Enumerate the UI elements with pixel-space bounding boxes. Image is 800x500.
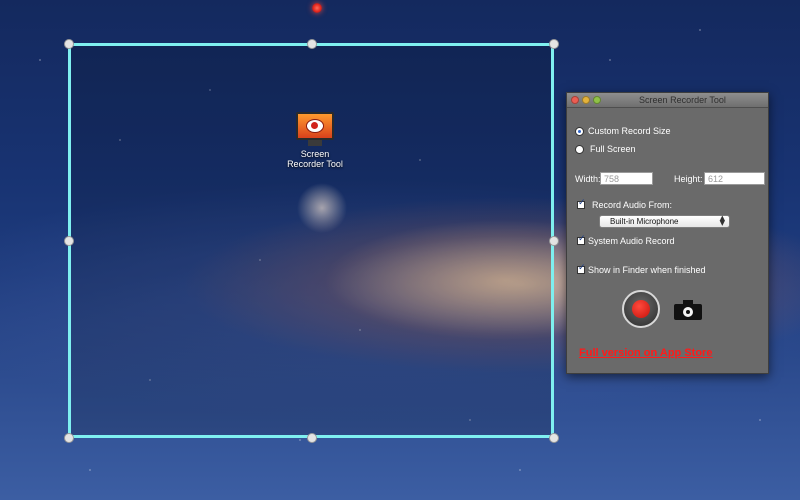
full-screen-radio-row[interactable]: Full Screen [575,144,636,154]
record-audio-checkbox[interactable] [577,198,586,209]
full-screen-radio[interactable] [575,144,584,154]
show-in-finder-row[interactable]: Show in Finder when finished [577,263,706,275]
handle-bottom-right[interactable] [549,433,559,443]
zoom-window-button[interactable] [593,96,601,104]
system-audio-label: System Audio Record [588,236,675,246]
handle-middle-left[interactable] [64,236,74,246]
width-input[interactable] [600,172,653,185]
window-title: Screen Recorder Tool [639,95,726,105]
height-input[interactable] [704,172,765,185]
show-in-finder-checkbox[interactable] [577,263,586,274]
record-audio-label: Record Audio From: [592,200,673,210]
recording-indicator-dot [312,3,322,13]
handle-top-right[interactable] [549,39,559,49]
custom-size-radio[interactable] [575,126,584,136]
window-titlebar[interactable]: Screen Recorder Tool [567,93,768,108]
system-audio-row[interactable]: System Audio Record [577,234,675,246]
system-audio-checkbox[interactable] [577,234,586,245]
handle-bottom-center[interactable] [307,433,317,443]
handle-bottom-left[interactable] [64,433,74,443]
record-dot-icon [632,300,650,318]
full-screen-label: Full Screen [590,144,636,154]
full-version-app-store-link[interactable]: Full version on App Store [579,347,712,359]
desktop-app-icon[interactable]: Screen Recorder Tool [284,112,346,169]
screen-recorder-icon [296,112,334,140]
desktop-icon-label: Screen Recorder Tool [287,149,343,169]
close-window-button[interactable] [571,96,579,104]
handle-middle-right[interactable] [549,236,559,246]
handle-top-center[interactable] [307,39,317,49]
audio-source-dropdown[interactable]: Built-in Microphone ▲ ▼ [599,215,730,228]
record-button[interactable] [622,290,660,328]
custom-size-label: Custom Record Size [588,126,671,136]
record-audio-row[interactable]: Record Audio From: [577,198,673,210]
dropdown-arrows-icon: ▲ ▼ [719,214,725,227]
minimize-window-button[interactable] [582,96,590,104]
show-in-finder-label: Show in Finder when finished [588,265,706,275]
handle-top-left[interactable] [64,39,74,49]
audio-source-value: Built-in Microphone [610,217,679,226]
height-label: Height: [674,174,703,184]
capture-selection-area[interactable] [68,43,554,438]
custom-size-radio-row[interactable]: Custom Record Size [575,126,671,136]
screenshot-camera-button[interactable] [674,299,702,321]
width-label: Width: [575,174,601,184]
